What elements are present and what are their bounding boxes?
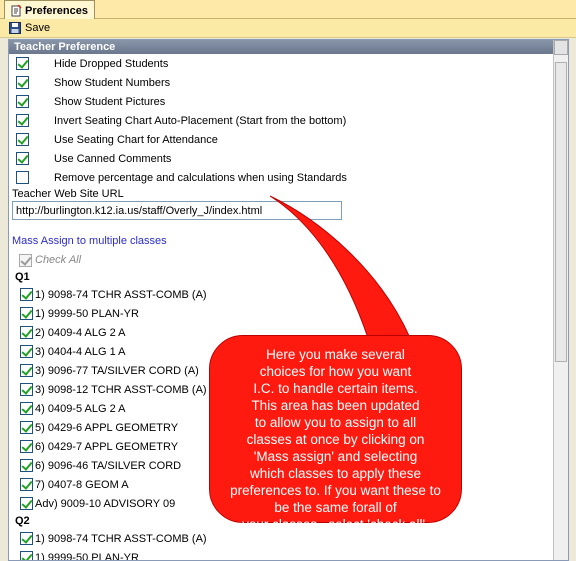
callout-annotation: Here you make several choices for how yo…	[209, 335, 462, 532]
